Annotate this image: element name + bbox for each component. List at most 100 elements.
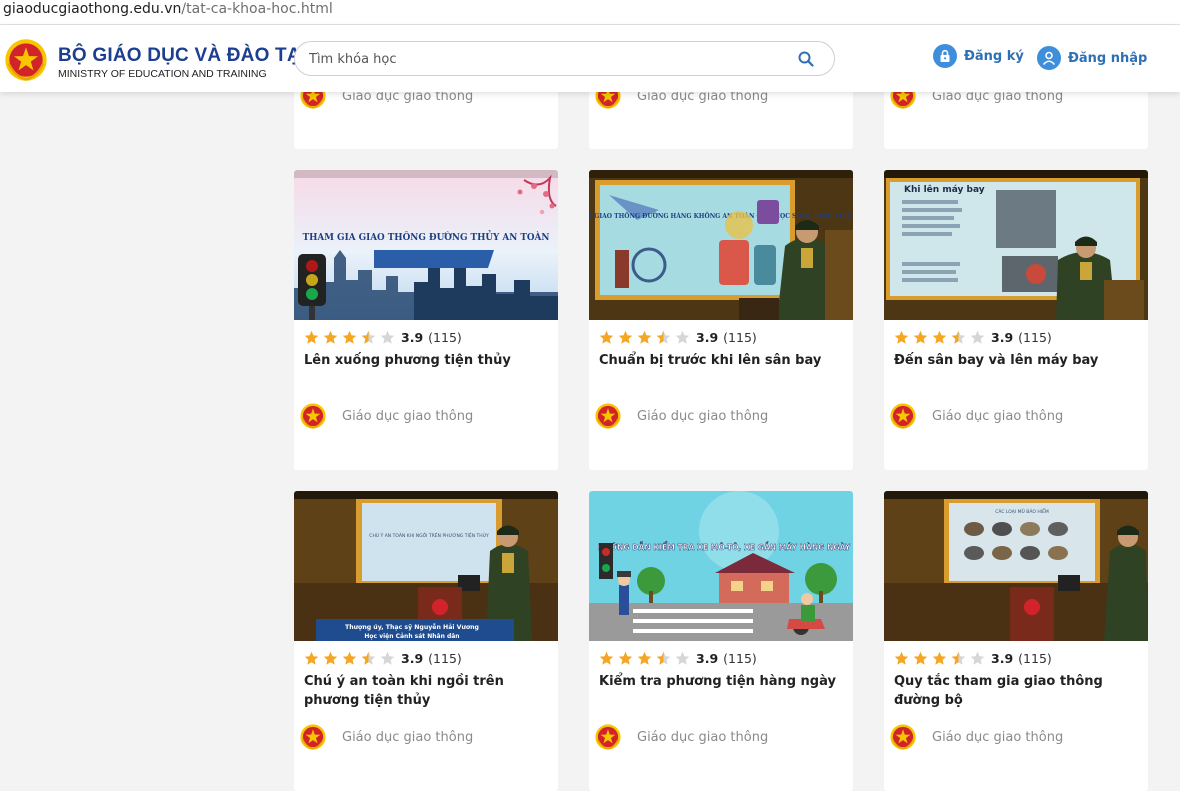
- star-empty-icon: [380, 330, 395, 345]
- login-button[interactable]: Đăng nhập: [1037, 45, 1147, 71]
- thumb-title-text: KỸ NĂNG THAM GIA GIAO THÔNG ĐƯỜNG HÀNG K…: [589, 212, 853, 220]
- emblem-icon: [594, 402, 622, 430]
- star-half-icon: [361, 330, 376, 345]
- star-icon: [894, 330, 909, 345]
- emblem-icon: [594, 723, 622, 751]
- course-title[interactable]: Chuẩn bị trước khi lên sân bay: [599, 351, 849, 370]
- star-icon: [342, 651, 357, 666]
- star-empty-icon: [970, 330, 985, 345]
- course-thumbnail[interactable]: KỸ NĂNG THAM GIA GIAO THÔNG ĐƯỜNG HÀNG K…: [589, 170, 853, 320]
- course-title[interactable]: Quy tắc tham gia giao thông đường bộ: [894, 672, 1144, 710]
- rating-count: (115): [723, 330, 757, 345]
- course-rating: 3.9 (115): [304, 651, 462, 666]
- star-empty-icon: [380, 651, 395, 666]
- course-author: Giáo dục giao thông: [594, 402, 768, 430]
- star-icon: [637, 651, 652, 666]
- author-name: Giáo dục giao thông: [342, 408, 474, 424]
- rating-value: 3.9: [401, 651, 424, 666]
- star-icon: [637, 330, 652, 345]
- rating-count: (115): [1018, 651, 1052, 666]
- national-emblem-icon[interactable]: [3, 37, 49, 83]
- emblem-icon: [889, 723, 917, 751]
- emblem-icon: [299, 402, 327, 430]
- course-author: Giáo dục giao thông: [889, 723, 1063, 751]
- star-icon: [342, 330, 357, 345]
- rating-count: (115): [723, 651, 757, 666]
- user-icon: [1037, 46, 1061, 70]
- star-icon: [913, 330, 928, 345]
- star-icon: [304, 330, 319, 345]
- star-half-icon: [656, 330, 671, 345]
- author-name: Giáo dục giao thông: [932, 729, 1064, 745]
- star-icon: [618, 651, 633, 666]
- author-name: Giáo dục giao thông: [342, 729, 474, 745]
- lock-icon: [933, 44, 957, 68]
- star-icon: [932, 651, 947, 666]
- star-icon: [599, 330, 614, 345]
- rating-count: (115): [428, 651, 462, 666]
- course-rating: 3.9 (115): [894, 330, 1052, 345]
- url-domain: giaoducgiaothong.edu.vn: [3, 1, 182, 17]
- course-title[interactable]: Chú ý an toàn khi ngồi trên phương tiện …: [304, 672, 554, 710]
- thumb-caption-1: Thượng úy, Thạc sỹ Nguyễn Hải Vương: [345, 622, 479, 631]
- url-path: /tat-ca-khoa-hoc.html: [181, 1, 333, 17]
- course-card[interactable]: HƯỚNG DẪN KIỂM TRA XE MÔ-TÔ, XE GẮN MÁY …: [589, 491, 853, 791]
- register-button[interactable]: Đăng ký: [933, 43, 1024, 69]
- rating-value: 3.9: [991, 651, 1014, 666]
- course-title[interactable]: Đến sân bay và lên máy bay: [894, 351, 1144, 370]
- course-rating: 3.9 (115): [304, 330, 462, 345]
- course-author: Giáo dục giao thông: [299, 402, 473, 430]
- star-half-icon: [951, 330, 966, 345]
- org-title[interactable]: BỘ GIÁO DỤC VÀ ĐÀO TẠO: [58, 45, 316, 67]
- star-icon: [304, 651, 319, 666]
- star-half-icon: [951, 651, 966, 666]
- star-empty-icon: [970, 651, 985, 666]
- rating-value: 3.9: [696, 651, 719, 666]
- course-card[interactable]: Khi lên máy bay 3.9 (115) Đến sân bay và…: [884, 170, 1148, 470]
- course-title[interactable]: Lên xuống phương tiện thủy: [304, 351, 554, 370]
- rating-count: (115): [1018, 330, 1052, 345]
- author-name: Giáo dục giao thông: [932, 408, 1064, 424]
- course-card[interactable]: KỸ NĂNG THAM GIA GIAO THÔNG ĐƯỜNG HÀNG K…: [589, 170, 853, 470]
- thumb-caption-2: Học viện Cảnh sát Nhân dân: [364, 633, 459, 640]
- thumb-title-text: Khi lên máy bay: [904, 184, 985, 195]
- course-thumbnail[interactable]: THAM GIA GIAO THÔNG ĐƯỜNG THỦY AN TOÀN: [294, 170, 558, 320]
- rating-value: 3.9: [991, 330, 1014, 345]
- register-label: Đăng ký: [964, 48, 1024, 64]
- course-thumbnail[interactable]: CHÚ Ý AN TOÀN KHI NGỒI TRÊN PHƯƠNG TIỆN …: [294, 491, 558, 641]
- star-empty-icon: [675, 330, 690, 345]
- url-text[interactable]: giaoducgiaothong.edu.vn/tat-ca-khoa-hoc.…: [3, 1, 333, 17]
- course-author: Giáo dục giao thông: [889, 402, 1063, 430]
- course-title[interactable]: Kiểm tra phương tiện hàng ngày: [599, 672, 849, 691]
- emblem-icon: [299, 723, 327, 751]
- thumb-title-text: HƯỚNG DẪN KIỂM TRA XE MÔ-TÔ, XE GẮN MÁY …: [598, 542, 851, 552]
- course-card[interactable]: CÁC LOẠI MŨ BẢO HIỂM 3.9 (115) Quy tắc t…: [884, 491, 1148, 791]
- course-rating: 3.9 (115): [599, 330, 757, 345]
- course-author: Giáo dục giao thông: [594, 723, 768, 751]
- star-icon: [913, 651, 928, 666]
- course-rating: 3.9 (115): [599, 651, 757, 666]
- site-header: BỘ GIÁO DỤC VÀ ĐÀO TẠO MINISTRY OF EDUCA…: [0, 25, 1180, 92]
- star-half-icon: [361, 651, 376, 666]
- star-icon: [894, 651, 909, 666]
- course-rating: 3.9 (115): [894, 651, 1052, 666]
- rating-value: 3.9: [401, 330, 424, 345]
- course-thumbnail[interactable]: Khi lên máy bay: [884, 170, 1148, 320]
- star-icon: [932, 330, 947, 345]
- emblem-icon: [889, 402, 917, 430]
- author-name: Giáo dục giao thông: [637, 408, 769, 424]
- star-icon: [599, 651, 614, 666]
- course-thumbnail[interactable]: CÁC LOẠI MŨ BẢO HIỂM: [884, 491, 1148, 641]
- search-icon[interactable]: [798, 51, 814, 71]
- course-card[interactable]: CHÚ Ý AN TOÀN KHI NGỒI TRÊN PHƯƠNG TIỆN …: [294, 491, 558, 791]
- search-input[interactable]: [309, 49, 779, 69]
- author-name: Giáo dục giao thông: [637, 729, 769, 745]
- course-thumbnail[interactable]: HƯỚNG DẪN KIỂM TRA XE MÔ-TÔ, XE GẮN MÁY …: [589, 491, 853, 641]
- rating-value: 3.9: [696, 330, 719, 345]
- star-icon: [323, 330, 338, 345]
- browser-url-bar[interactable]: giaoducgiaothong.edu.vn/tat-ca-khoa-hoc.…: [0, 0, 1180, 25]
- search-box: [294, 41, 835, 76]
- star-half-icon: [656, 651, 671, 666]
- course-card[interactable]: THAM GIA GIAO THÔNG ĐƯỜNG THỦY AN TOÀN 3…: [294, 170, 558, 470]
- org-subtitle: MINISTRY OF EDUCATION AND TRAINING: [58, 68, 267, 80]
